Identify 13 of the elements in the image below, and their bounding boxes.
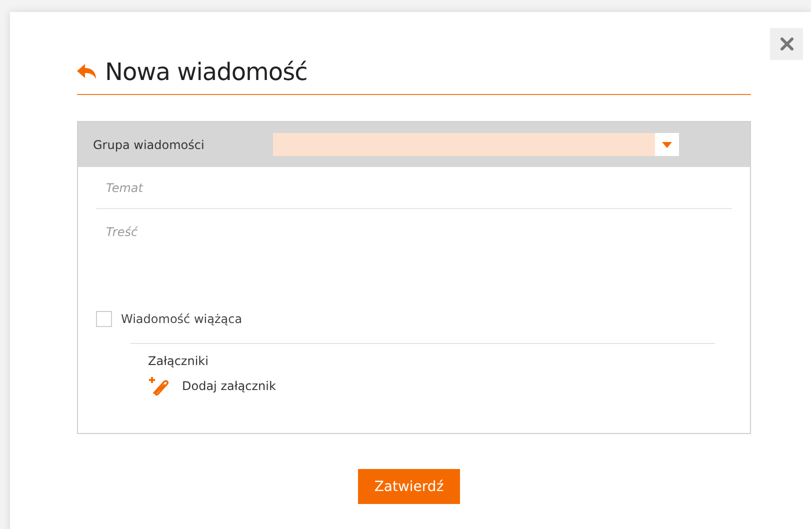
checkbox[interactable] [96, 311, 112, 327]
back-arrow-icon[interactable] [77, 64, 97, 80]
subject-field[interactable]: Temat [96, 172, 732, 202]
dropdown-button[interactable] [655, 133, 679, 156]
field-label: Grupa wiadomości [93, 138, 206, 152]
dialog-title: Nowa wiadomość [105, 58, 308, 86]
caret-icon [662, 142, 672, 148]
close-icon [780, 37, 794, 51]
attachments-label: Załączniki [148, 354, 210, 368]
checkbox-label: Wiadomość wiążąca [121, 312, 242, 326]
body-field[interactable]: Treść [96, 221, 736, 295]
add-attachment-link[interactable]: Dodaj załącznik [182, 379, 276, 393]
close-button[interactable] [770, 28, 803, 60]
